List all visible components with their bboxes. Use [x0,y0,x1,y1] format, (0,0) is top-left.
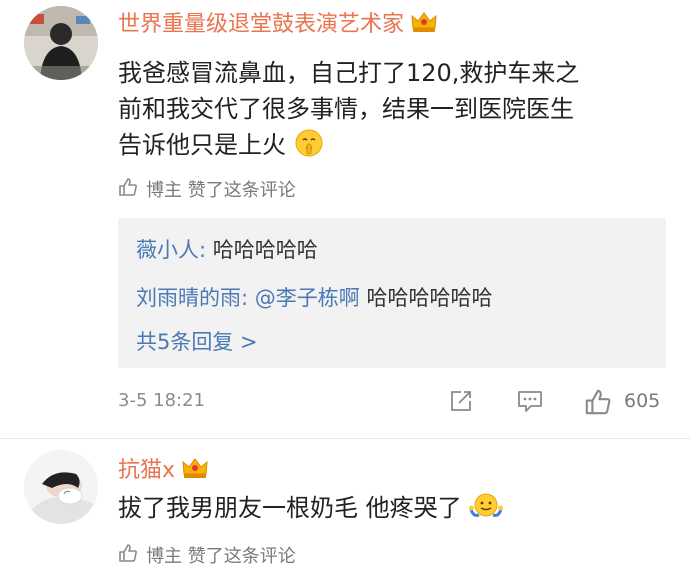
thumbs-up-icon [118,543,138,568]
comment-line: 前和我交代了很多事情，结果一到医院医生 [118,95,574,123]
comment-meta: 3-5 18:21 605 [118,388,666,416]
timestamp: 3-5 18:21 [118,390,205,411]
reply-item: 薇小人: 哈哈哈哈哈 [136,234,318,264]
comment-text: 拔了我男朋友一根奶毛 他疼哭了 [118,490,658,526]
more-replies-link[interactable]: 共5条回复 > [136,326,258,356]
reply-username[interactable]: 刘雨晴的雨: [136,286,248,310]
author-liked-line: 博主 赞了这条评论 [118,176,296,202]
like-button[interactable] [584,388,612,421]
share-icon[interactable] [448,388,474,419]
divider [0,438,690,439]
author-liked-text: 博主 赞了这条评论 [146,546,296,567]
reply-item: 刘雨晴的雨: @李子栋啊 哈哈哈哈哈哈 [136,282,492,312]
username[interactable]: 世界重量级退堂鼓表演艺术家 [118,6,438,38]
reply-text: 哈哈哈哈哈哈 [366,286,493,310]
comment-line-with-emoji: 告诉他只是上火 [118,127,658,163]
username-text[interactable]: 世界重量级退堂鼓表演艺术家 [118,6,404,38]
like-count: 605 [624,390,661,412]
author-liked-line: 博主 赞了这条评论 [118,542,296,568]
username[interactable]: 抗猫x [118,452,209,484]
comment-line: 我爸感冒流鼻血，自己打了120,救护车来之 [118,59,580,87]
reply-username[interactable]: 薇小人: [136,238,206,262]
comment-line: 拔了我男朋友一根奶毛 他疼哭了 [118,494,462,522]
comment-line: 告诉他只是上火 [118,131,286,159]
reply-text: 哈哈哈哈哈 [212,238,318,262]
author-liked-text: 博主 赞了这条评论 [146,180,296,201]
shushing-face-emoji [294,128,324,158]
thumbs-up-icon [584,389,612,421]
comment-text: 我爸感冒流鼻血，自己打了120,救护车来之 前和我交代了很多事情，结果一到医院医… [118,55,658,163]
thumbs-up-icon [118,177,138,202]
crown-icon [181,457,209,479]
crown-icon [410,11,438,33]
username-text[interactable]: 抗猫x [118,452,175,484]
replies-box: 薇小人: 哈哈哈哈哈 刘雨晴的雨: @李子栋啊 哈哈哈哈哈哈 共5条回复 > [118,218,666,368]
avatar[interactable] [24,6,98,80]
comment-icon[interactable] [516,388,544,419]
avatar[interactable] [24,450,98,524]
reply-mention[interactable]: @李子栋啊 [255,286,360,310]
shrug-emoji [469,491,504,521]
